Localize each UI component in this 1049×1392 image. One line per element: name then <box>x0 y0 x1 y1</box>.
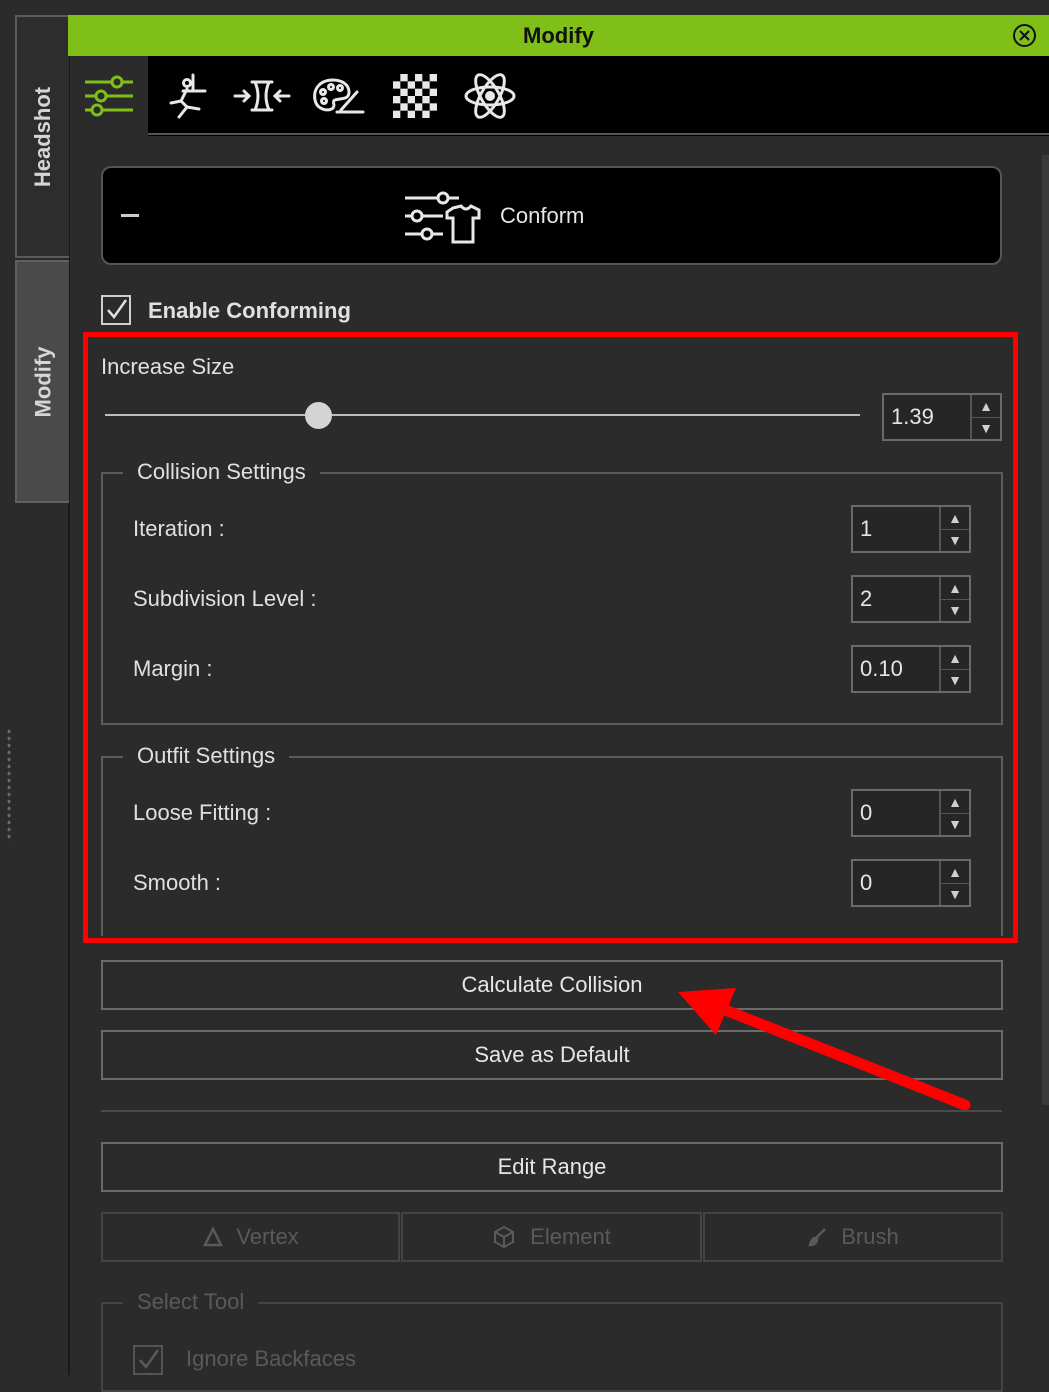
edit-range-button[interactable]: Edit Range <box>101 1142 1003 1192</box>
checker-icon[interactable] <box>385 66 445 126</box>
close-icon[interactable] <box>1012 23 1037 48</box>
conform-fit-icon[interactable] <box>232 66 292 126</box>
sliders-icon[interactable] <box>79 66 139 126</box>
conform-section-header[interactable]: Conform <box>101 166 1002 265</box>
check-icon <box>107 299 128 320</box>
pose-icon[interactable] <box>157 66 217 126</box>
brush-label: Brush <box>841 1224 899 1249</box>
element-label: Element <box>530 1224 611 1249</box>
collapse-icon[interactable] <box>121 214 139 217</box>
panel-title: Modify <box>523 22 594 48</box>
tab-modify[interactable]: Modify <box>15 260 69 503</box>
resize-grip[interactable] <box>6 728 12 842</box>
element-icon <box>494 1225 515 1249</box>
tab-headshot-label: Headshot <box>30 86 55 187</box>
panel-titlebar: Modify <box>68 15 1049 56</box>
red-arrow-annotation <box>678 988 971 1110</box>
vertex-label: Vertex <box>236 1224 299 1249</box>
vertex-button[interactable]: Vertex <box>101 1212 400 1262</box>
palette-icon[interactable] <box>308 66 368 126</box>
ignore-backfaces-label: Ignore Backfaces <box>186 1346 356 1371</box>
enable-conforming-label: Enable Conforming <box>148 298 351 323</box>
section-divider <box>101 1110 1002 1112</box>
check-icon <box>139 1349 160 1370</box>
conform-section-label: Conform <box>500 203 585 228</box>
highlight-annotation <box>83 332 1018 943</box>
panel-scrollbar[interactable] <box>1042 155 1049 1105</box>
tab-headshot[interactable]: Headshot <box>15 15 69 258</box>
conform-clothing-icon <box>405 191 481 244</box>
brush-button[interactable]: Brush <box>703 1212 1003 1262</box>
tool-tabs-underline <box>148 133 1049 135</box>
brush-icon <box>808 1228 827 1247</box>
atom-icon[interactable] <box>460 66 520 126</box>
vertex-icon <box>203 1226 224 1247</box>
ignore-backfaces-checkbox[interactable] <box>133 1345 163 1375</box>
select-tool-legend: Select Tool <box>123 1289 259 1315</box>
enable-conforming-checkbox[interactable] <box>101 295 131 325</box>
element-button[interactable]: Element <box>401 1212 702 1262</box>
tab-modify-label: Modify <box>30 346 56 417</box>
